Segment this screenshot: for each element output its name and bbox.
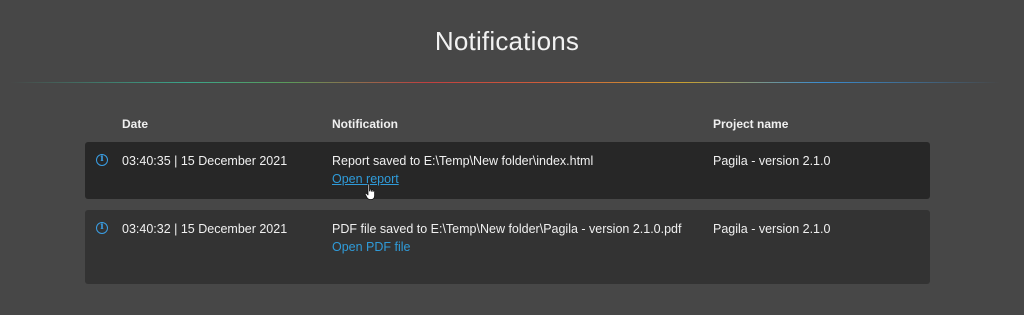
column-header-project: Project name [713,117,789,131]
notification-cell: Report saved to E:\Temp\New folder\index… [332,153,682,187]
info-icon: i [96,154,108,166]
title-divider [10,82,1000,83]
project-name: Pagila - version 2.1.0 [713,154,831,168]
column-header-notification: Notification [332,117,398,131]
notification-date: 03:40:35 | 15 December 2021 [122,154,288,168]
notification-date: 03:40:32 | 15 December 2021 [122,222,288,236]
open-report-link[interactable]: Open report [332,171,682,187]
project-name: Pagila - version 2.1.0 [713,222,831,236]
info-icon: i [96,222,108,234]
page-title: Notifications [434,26,580,56]
table-row: i 03:40:32 | 15 December 2021 PDF file s… [85,210,930,284]
notification-message: Report saved to E:\Temp\New folder\index… [332,154,594,168]
open-pdf-file-link[interactable]: Open PDF file [332,239,682,255]
hand-pointer-icon [364,183,375,200]
table-row: i 03:40:35 | 15 December 2021 Report sav… [85,142,930,199]
column-header-date: Date [122,117,149,131]
table-header: Date Notification Project name [0,117,1024,133]
notification-cell: PDF file saved to E:\Temp\New folder\Pag… [332,221,682,255]
notification-message: PDF file saved to E:\Temp\New folder\Pag… [332,222,682,236]
